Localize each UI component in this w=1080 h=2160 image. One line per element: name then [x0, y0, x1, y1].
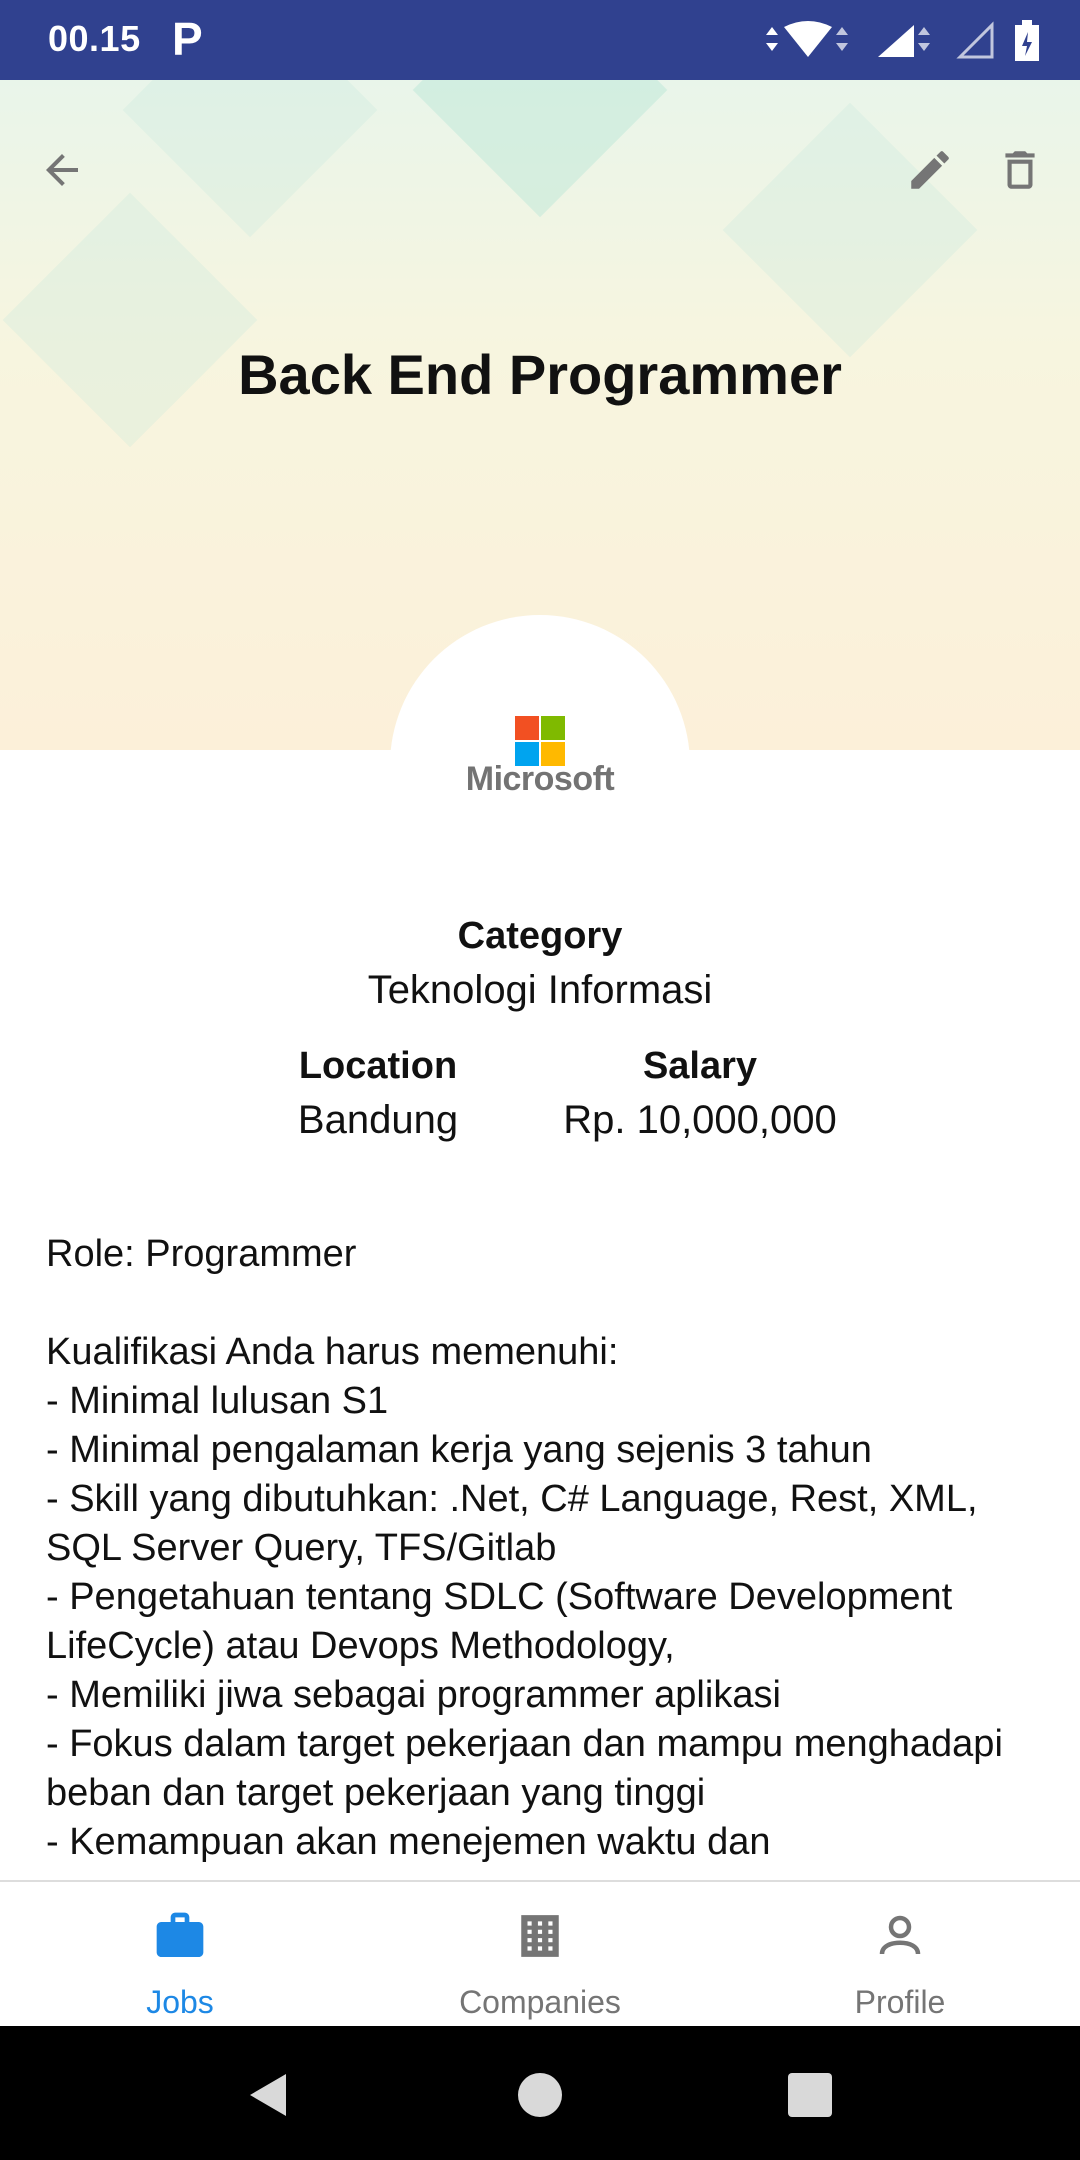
system-back-button[interactable]: [232, 2060, 302, 2130]
briefcase-icon: [150, 1906, 210, 1966]
category-section: Category Teknologi Informasi: [0, 915, 1080, 1013]
nav-label-companies: Companies: [459, 1984, 621, 2020]
category-value: Teknologi Informasi: [367, 968, 713, 1012]
delete-button[interactable]: [980, 130, 1060, 210]
job-description: Role: Programmer Kualifikasi Anda harus …: [46, 1233, 1003, 1863]
bottom-navigation: Jobs Companies Profile: [0, 1880, 1080, 2028]
signal-icon: [878, 25, 930, 57]
location-section: Location Bandung: [278, 1045, 478, 1143]
nav-item-profile[interactable]: Profile: [720, 1882, 1080, 2028]
signal-empty-icon: [956, 21, 994, 59]
status-bar: 00.15 P: [0, 0, 1080, 80]
nav-item-companies[interactable]: Companies: [360, 1882, 720, 2028]
status-time: 00.15: [48, 18, 141, 59]
logo-square-green: [541, 716, 565, 740]
screen: 00.15 P Back End Programmer Microsoft Ca…: [0, 0, 1080, 2160]
salary-section: Salary Rp. 10,000,000: [540, 1045, 860, 1143]
person-icon: [870, 1906, 930, 1966]
edit-button[interactable]: [890, 130, 970, 210]
status-icons: [760, 18, 1040, 64]
nav-item-jobs[interactable]: Jobs: [0, 1882, 360, 2028]
notification-p-icon: P: [172, 13, 203, 65]
logo-square-red: [515, 716, 539, 740]
back-button[interactable]: [22, 130, 102, 210]
header-pattern-shape: [2, 192, 258, 448]
system-home-button[interactable]: [505, 2060, 575, 2130]
salary-label: Salary: [642, 1045, 758, 1087]
triangle-back-icon: [250, 2074, 286, 2116]
square-recents-icon: [788, 2073, 832, 2117]
microsoft-logo-icon[interactable]: [515, 716, 565, 766]
building-icon: [510, 1906, 570, 1966]
wifi-icon: [766, 21, 848, 57]
trash-icon: [1005, 151, 1035, 189]
location-label: Location: [298, 1045, 458, 1087]
pencil-icon: [911, 151, 949, 189]
system-navigation-bar: [0, 2026, 1080, 2160]
nav-label-jobs: Jobs: [146, 1984, 214, 2020]
location-value: Bandung: [297, 1098, 459, 1142]
header-pattern-shape: [122, 80, 378, 238]
category-label: Category: [457, 915, 623, 957]
header-pattern-shape: [412, 80, 668, 218]
circle-home-icon: [518, 2073, 562, 2117]
arrow-back-icon: [46, 154, 78, 186]
system-recents-button[interactable]: [775, 2060, 845, 2130]
battery-icon: [1015, 20, 1039, 61]
nav-label-profile: Profile: [854, 1984, 946, 2020]
salary-value: Rp. 10,000,000: [563, 1098, 837, 1142]
company-logo-text: Microsoft: [465, 760, 615, 798]
job-title: Back End Programmer: [238, 343, 842, 406]
